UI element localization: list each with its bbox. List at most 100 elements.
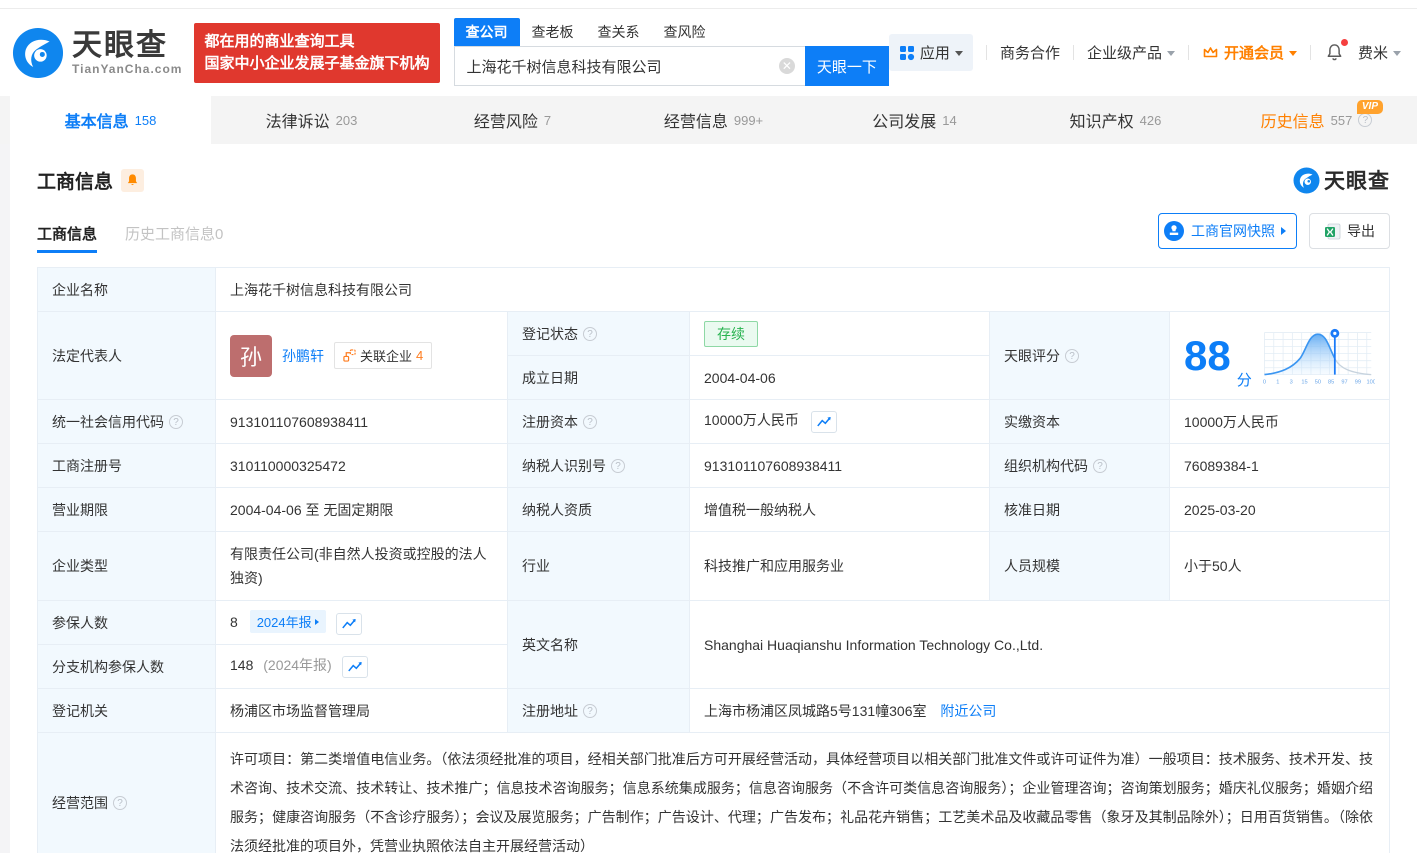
chevron-down-icon — [1289, 51, 1297, 56]
clear-icon[interactable]: ✕ — [779, 58, 795, 74]
enterprise-products-menu[interactable]: 企业级产品 — [1087, 42, 1175, 63]
field-label: 法定代表人 — [38, 312, 216, 400]
score-unit: 分 — [1237, 369, 1252, 390]
chevron-down-icon — [1393, 51, 1401, 56]
approval-date-value: 2025-03-20 — [1170, 488, 1390, 532]
subtab-business-registration[interactable]: 工商信息 — [37, 223, 97, 253]
field-label: 登记状态? — [508, 312, 690, 356]
table-row: 法定代表人 孙 孙鹏轩 关联企业 4 登记状态? — [38, 312, 1390, 356]
business-scope-value: 许可项目：第二类增值电信业务。（依法须经批准的项目，经相关部门批准后方可开展经营… — [216, 733, 1390, 853]
help-icon[interactable]: ? — [611, 459, 625, 473]
tab-business-info[interactable]: 经营信息 999+ — [613, 96, 814, 144]
vip-upgrade-menu[interactable]: 开通会员 — [1202, 42, 1297, 63]
trend-chart-button[interactable] — [336, 613, 362, 635]
tab-basic-info[interactable]: 基本信息 158 — [10, 96, 211, 144]
divider — [1188, 45, 1189, 60]
tianyancha-logo[interactable]: 天眼查 TianYanCha.com — [12, 27, 182, 79]
search-tab-boss[interactable]: 查老板 — [520, 18, 586, 46]
search-tab-relation[interactable]: 查关系 — [586, 18, 652, 46]
help-icon[interactable]: ? — [583, 415, 597, 429]
help-icon[interactable]: ? — [583, 704, 597, 718]
field-label: 分支机构参保人数 — [38, 645, 216, 689]
export-button[interactable]: 导出 — [1309, 213, 1390, 249]
svg-text:99: 99 — [1354, 379, 1360, 385]
user-menu[interactable]: 费米 — [1358, 42, 1401, 63]
taxpayer-quality-value: 增值税一般纳税人 — [690, 488, 990, 532]
tianyancha-watermark: 天眼查 — [1293, 165, 1390, 195]
registration-info-table: 企业名称 上海花千树信息科技有限公司 法定代表人 孙 孙鹏轩 关联企业 — [37, 267, 1390, 853]
tab-label: 经营信息 — [664, 108, 728, 132]
help-icon[interactable]: ? — [1065, 349, 1079, 363]
help-icon[interactable]: ? — [113, 796, 127, 810]
help-icon[interactable]: ? — [583, 327, 597, 341]
trend-chart-button[interactable] — [811, 411, 837, 433]
enterprise-products-label: 企业级产品 — [1087, 42, 1162, 63]
chevron-down-icon — [955, 51, 963, 56]
field-label: 工商注册号 — [38, 444, 216, 488]
tianyancha-logo-icon — [12, 27, 64, 79]
tab-history-info[interactable]: VIP 历史信息 557 ? — [1216, 96, 1417, 144]
reg-status-cell: 存续 — [690, 312, 990, 356]
section-title: 工商信息 — [37, 167, 113, 194]
field-label: 参保人数 — [38, 601, 216, 645]
subscribe-bell-button[interactable] — [121, 169, 144, 192]
nearby-companies-link[interactable]: 附近公司 — [940, 703, 996, 719]
search-input[interactable] — [454, 46, 805, 86]
tab-label: 公司发展 — [872, 108, 936, 132]
tab-legal-proceedings[interactable]: 法律诉讼 203 — [211, 96, 412, 144]
search-button[interactable]: 天眼一下 — [805, 46, 889, 86]
field-label: 企业名称 — [38, 268, 216, 312]
business-coop-link[interactable]: 商务合作 — [1000, 42, 1060, 63]
insured-count-cell: 8 2024年报 — [216, 601, 508, 645]
taxpayer-id-value: 913101107608938411 — [690, 444, 990, 488]
svg-text:1: 1 — [1276, 379, 1279, 385]
field-label: 营业期限 — [38, 488, 216, 532]
official-snapshot-button[interactable]: 工商官网快照 — [1158, 213, 1297, 249]
related-companies-badge[interactable]: 关联企业 4 — [334, 342, 432, 369]
svg-text:0: 0 — [1263, 379, 1266, 385]
tab-count: 203 — [336, 113, 358, 128]
tab-company-development[interactable]: 公司发展 14 — [814, 96, 1015, 144]
apps-menu[interactable]: 应用 — [889, 34, 973, 71]
avatar[interactable]: 孙 — [230, 335, 272, 377]
field-label: 统一社会信用代码? — [38, 400, 216, 444]
field-label: 成立日期 — [508, 356, 690, 400]
field-label: 天眼评分? — [990, 312, 1170, 400]
table-row: 登记机关 杨浦区市场监督管理局 注册地址? 上海市杨浦区凤城路5号131幢306… — [38, 689, 1390, 733]
legal-rep-link[interactable]: 孙鹏轩 — [282, 346, 324, 366]
subtab-historical-registration[interactable]: 历史工商信息0 — [125, 223, 223, 253]
help-icon[interactable]: ? — [1358, 113, 1372, 127]
search-tab-company[interactable]: 查公司 — [454, 18, 520, 46]
help-icon[interactable]: ? — [169, 415, 183, 429]
tab-intellectual-property[interactable]: 知识产权 426 — [1015, 96, 1216, 144]
trend-chart-button[interactable] — [342, 656, 368, 678]
field-label: 英文名称 — [508, 601, 690, 689]
field-label: 人员规模 — [990, 532, 1170, 601]
tab-operational-risk[interactable]: 经营风险 7 — [412, 96, 613, 144]
score-distribution-chart: 013 155085 9799100 — [1258, 317, 1375, 395]
industry-value: 科技推广和应用服务业 — [690, 532, 990, 601]
business-term-value: 2004-04-06 至 无固定期限 — [216, 488, 508, 532]
apps-label: 应用 — [920, 42, 950, 63]
search-tabs: 查公司 查老板 查关系 查风险 — [454, 19, 889, 46]
help-icon[interactable]: ? — [1093, 459, 1107, 473]
tianyancha-logo-icon — [1293, 167, 1320, 194]
tab-count: 14 — [942, 113, 956, 128]
establish-date-value: 2004-04-06 — [690, 356, 990, 400]
snapshot-label: 工商官网快照 — [1191, 221, 1275, 241]
table-row: 工商注册号 310110000325472 纳税人识别号? 9131011076… — [38, 444, 1390, 488]
annual-report-badge[interactable]: 2024年报 — [250, 610, 326, 633]
svg-text:97: 97 — [1341, 379, 1347, 385]
field-label: 实缴资本 — [990, 400, 1170, 444]
notifications-button[interactable] — [1324, 42, 1345, 63]
branch-insured-cell: 148 (2024年报) — [216, 645, 508, 689]
site-header: 天眼查 TianYanCha.com 都在用的商业查询工具 国家中小企业发展子基… — [0, 9, 1417, 96]
search-tab-risk[interactable]: 查风险 — [652, 18, 718, 46]
promo-line-1: 都在用的商业查询工具 — [204, 31, 429, 53]
svg-text:3: 3 — [1289, 379, 1292, 385]
field-label: 纳税人资质 — [508, 488, 690, 532]
field-label: 行业 — [508, 532, 690, 601]
reg-address-value: 上海市杨浦区凤城路5号131幢306室 — [704, 703, 927, 719]
score-value: 88 — [1184, 335, 1231, 377]
table-row: 企业类型 有限责任公司(非自然人投资或控股的法人独资) 行业 科技推广和应用服务… — [38, 532, 1390, 601]
